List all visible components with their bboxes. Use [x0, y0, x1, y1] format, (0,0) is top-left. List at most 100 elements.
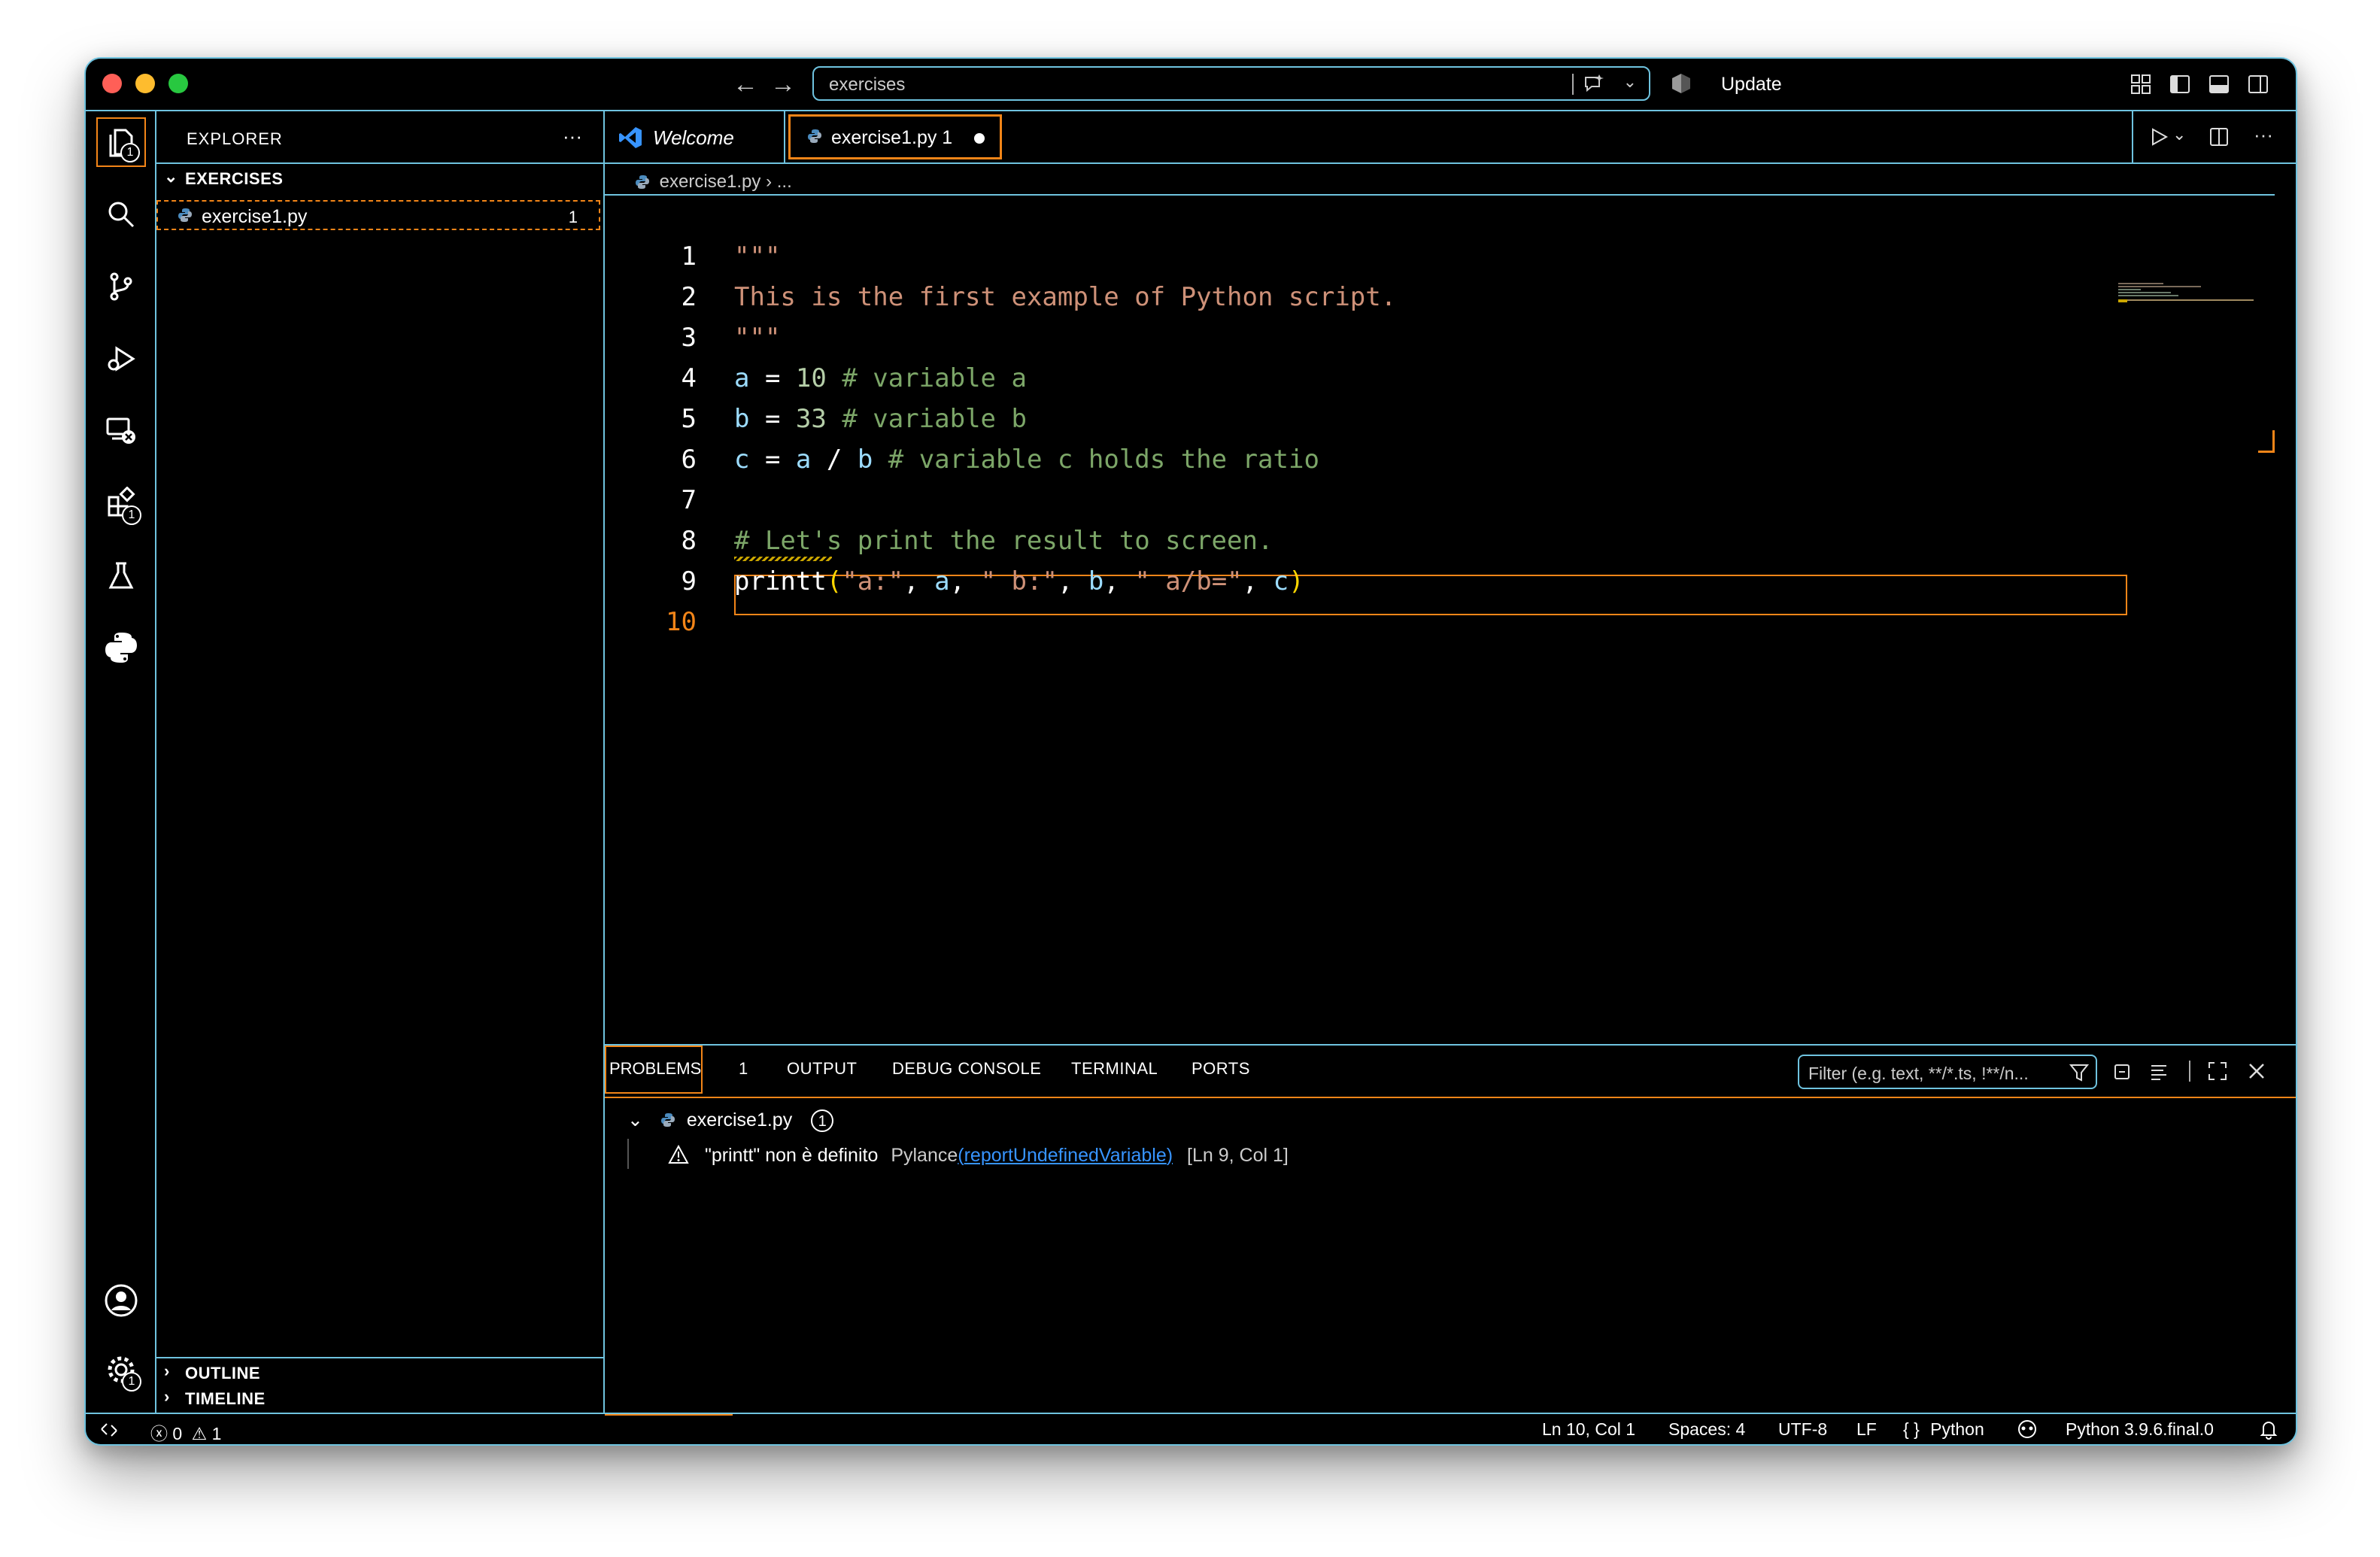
more-actions-icon[interactable]: ··· [563, 125, 582, 148]
minimap[interactable] [2118, 283, 2254, 313]
settings-badge: 1 [122, 1372, 141, 1392]
search-activity-button[interactable] [96, 190, 146, 239]
customize-layout-icon[interactable] [2129, 72, 2153, 96]
maximize-window-button[interactable] [168, 74, 188, 93]
extensions-activity-button[interactable]: 1 [96, 478, 146, 528]
outline-label: OUTLINE [185, 1364, 261, 1382]
view-as-tree-icon[interactable] [2148, 1061, 2169, 1082]
toggle-primary-sidebar-icon[interactable] [2168, 72, 2192, 96]
split-editor-icon[interactable] [2208, 126, 2230, 147]
file-name: exercise1.py [202, 206, 308, 227]
copilot-chat-icon[interactable] [1583, 72, 1605, 95]
chevron-down-icon[interactable]: ⌄ [1623, 72, 1637, 92]
update-label[interactable]: Update [1721, 74, 1782, 96]
outline-section-header[interactable]: › OUTLINE [156, 1357, 603, 1387]
code-line: 6c = a / b # variable c holds the ratio [605, 399, 2275, 475]
editor-tabs: Welcome exercise1.py 1 ⌄ ··· [605, 111, 2296, 164]
breadcrumb-file[interactable]: exercise1.py [660, 171, 761, 192]
file-problem-count: 1 [568, 208, 578, 226]
tree-indent-guide [627, 1139, 629, 1169]
run-python-file-icon[interactable] [2148, 126, 2169, 147]
toggle-secondary-sidebar-icon[interactable] [2246, 72, 2270, 96]
encoding[interactable]: UTF-8 [1778, 1419, 1827, 1440]
close-window-button[interactable] [102, 74, 122, 93]
warning-count: 1 [211, 1424, 222, 1443]
breadcrumb-symbols[interactable]: ... [777, 171, 792, 192]
minimize-window-button[interactable] [135, 74, 155, 93]
timeline-section-header[interactable]: › TIMELINE [156, 1384, 603, 1414]
tab-output[interactable]: OUTPUT [787, 1059, 857, 1079]
maximize-panel-icon[interactable] [2207, 1061, 2228, 1082]
source-control-activity-button[interactable] [96, 262, 146, 311]
forward-arrow-icon[interactable]: → [770, 69, 796, 99]
back-arrow-icon[interactable]: ← [733, 69, 758, 99]
explorer-badge: 1 [120, 143, 140, 162]
manage-activity-button[interactable]: 1 [96, 1345, 146, 1395]
code-line: 5b = 33 # variable b [605, 358, 2275, 434]
command-center-search[interactable]: exercises ⌄ [812, 66, 1650, 101]
python-interpreter[interactable]: Python 3.9.6.final.0 [2066, 1419, 2214, 1440]
chevron-down-icon[interactable]: ⌄ [2172, 125, 2186, 144]
python-icon [105, 633, 137, 663]
accounts-update-icon[interactable] [1670, 72, 1692, 95]
remote-indicator-icon[interactable] [99, 1420, 119, 1440]
tab-welcome[interactable]: Welcome [605, 111, 785, 162]
tab-debug-console[interactable]: DEBUG CONSOLE [892, 1059, 1041, 1079]
tab-terminal[interactable]: TERMINAL [1071, 1059, 1158, 1079]
problems-count-badge: 1 [739, 1059, 748, 1078]
filter-placeholder: Filter (e.g. text, **/*.ts, !**/n... [1808, 1064, 2029, 1083]
filter-icon[interactable] [2069, 1062, 2090, 1083]
remote-explorer-activity-button[interactable] [96, 406, 146, 456]
more-actions-icon[interactable]: ··· [2254, 123, 2273, 147]
close-icon[interactable] [2246, 1061, 2267, 1082]
code-line: 2 This is the first example of Python scr… [605, 236, 2275, 312]
python-activity-button[interactable] [96, 623, 146, 672]
problem-file-row[interactable]: ⌄ exercise1.py 1 [627, 1109, 834, 1132]
problem-item[interactable]: "printt" non è definito Pylance(reportUn… [668, 1142, 1289, 1167]
divider [1572, 74, 1574, 95]
language-mode[interactable]: { } Python [1903, 1419, 1984, 1440]
problem-message: "printt" non è definito [704, 1145, 879, 1166]
end-of-line[interactable]: LF [1856, 1419, 1877, 1440]
tab-label: exercise1.py 1 [831, 127, 953, 148]
python-file-icon [808, 129, 821, 143]
testing-activity-button[interactable] [96, 551, 146, 600]
extensions-badge: 1 [122, 505, 141, 525]
file-tree-item[interactable]: exercise1.py 1 [156, 200, 600, 230]
problem-file-name: exercise1.py [686, 1109, 793, 1131]
problem-code-link[interactable]: (reportUndefinedVariable) [958, 1145, 1173, 1166]
problems-filter-input[interactable]: Filter (e.g. text, **/*.ts, !**/n... [1798, 1055, 2097, 1089]
chevron-right-icon: › [164, 1361, 170, 1380]
code-line: 10 [605, 561, 2275, 637]
braces-icon: { } [1903, 1419, 1920, 1439]
chevron-right-icon: › [766, 171, 777, 192]
toggle-panel-icon[interactable] [2207, 72, 2231, 96]
unsaved-dot-icon[interactable] [974, 133, 985, 144]
vscode-window: ← → exercises ⌄ Update 1 1 1 EXPLORER ··… [84, 57, 2297, 1446]
tab-exercise1[interactable]: exercise1.py 1 [788, 114, 1002, 159]
problem-source: Pylance [891, 1145, 958, 1166]
tab-ports[interactable]: PORTS [1192, 1059, 1250, 1079]
breadcrumb: exercise1.py › ... [635, 171, 792, 193]
tab-problems[interactable]: PROBLEMS [605, 1046, 733, 1416]
run-debug-activity-button[interactable] [96, 334, 146, 384]
accounts-activity-button[interactable] [96, 1276, 146, 1325]
folder-section-header[interactable]: ⌄ EXERCISES [156, 162, 603, 193]
collapse-all-icon[interactable] [2112, 1061, 2133, 1082]
problems-status[interactable]: ⓧ 0 ⚠ 1 [150, 1419, 222, 1444]
indentation[interactable]: Spaces: 4 [1668, 1419, 1745, 1440]
explorer-activity-button[interactable]: 1 [96, 117, 146, 167]
chevron-down-icon: ⌄ [164, 167, 178, 186]
folder-name: EXERCISES [185, 169, 284, 188]
code-editor[interactable]: 1 """ 2 This is the first example of Pytho… [605, 194, 2275, 976]
cursor-position[interactable]: Ln 10, Col 1 [1542, 1419, 1635, 1440]
sidebar-title: EXPLORER [187, 129, 283, 148]
scrollbar-cursor-mark[interactable] [2258, 430, 2275, 453]
bell-icon[interactable] [2258, 1419, 2279, 1440]
code-line: 4a = 10 # variable a [605, 317, 2275, 393]
status-bar: ⓧ 0 ⚠ 1 Ln 10, Col 1 Spaces: 4 UTF-8 LF … [86, 1413, 2296, 1444]
warning-icon: ⚠ [191, 1424, 208, 1443]
editor-area: Welcome exercise1.py 1 ⌄ ··· exercise1.p… [605, 111, 2296, 1416]
copilot-icon[interactable] [2016, 1419, 2038, 1440]
beaker-icon [108, 562, 134, 589]
